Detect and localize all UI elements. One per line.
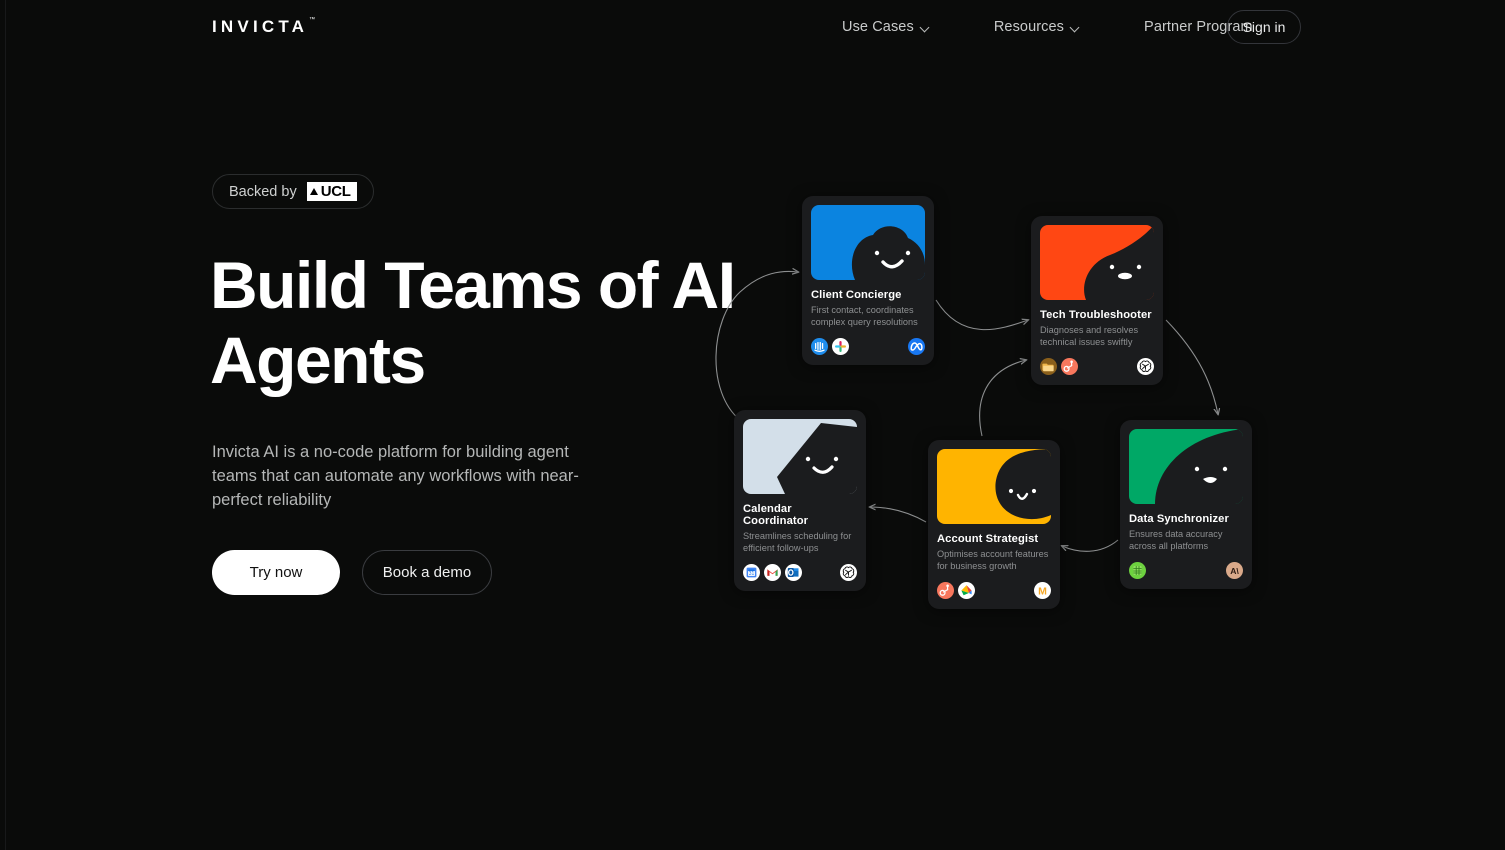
agent-integrations-account-strategist: M — [937, 582, 1051, 600]
hero-subtitle: Invicta AI is a no-code platform for bui… — [212, 443, 579, 509]
svg-text:A\: A\ — [1230, 566, 1239, 576]
mistral-icon[interactable]: M — [1034, 582, 1051, 600]
ucl-triangle-icon — [309, 188, 318, 195]
agent-avatar-client-concierge — [811, 205, 925, 280]
nav-item-use-cases[interactable]: Use Cases — [830, 13, 942, 41]
agent-description-calendar-coordinator: Streamlines scheduling for efficient fol… — [743, 531, 852, 554]
sheets-icon[interactable] — [1129, 562, 1146, 580]
brand-logo-text: INVICTA — [212, 17, 309, 36]
openai-icon[interactable] — [840, 564, 857, 582]
agent-flow-diagram: Client Concierge First contact, coordina… — [700, 170, 1320, 650]
site-header: INVICTA ™ Use Cases Resources Partner Pr… — [0, 0, 1505, 54]
outlook-icon[interactable] — [785, 564, 802, 582]
landing-page: INVICTA ™ Use Cases Resources Partner Pr… — [0, 0, 1505, 850]
agent-name-tech-troubleshooter: Tech Troubleshooter — [1040, 309, 1152, 321]
try-now-button[interactable]: Try now — [212, 550, 340, 595]
left-edge-divider — [5, 0, 6, 850]
chevron-down-icon — [1071, 23, 1080, 32]
agent-description-client-concierge: First contact, coordinates complex query… — [811, 305, 918, 328]
agent-avatar-data-synchronizer — [1129, 429, 1243, 504]
agent-card-data-synchronizer[interactable]: Data Synchronizer Ensures data accuracy … — [1120, 420, 1252, 590]
hubspot-icon[interactable] — [1061, 358, 1078, 376]
agent-avatar-tech-troubleshooter — [1040, 225, 1154, 300]
openai-icon[interactable] — [1137, 358, 1154, 376]
hubspot-icon[interactable] — [937, 582, 954, 600]
folder-icon[interactable] — [1040, 358, 1057, 376]
svg-text:31: 31 — [749, 571, 755, 577]
agent-card-tech-troubleshooter[interactable]: Tech Troubleshooter Diagnoses and resolv… — [1031, 216, 1163, 386]
brand-logo[interactable]: INVICTA ™ — [212, 17, 316, 36]
hero-cta-group: Try now Book a demo — [212, 550, 492, 595]
agent-integrations-tech-troubleshooter — [1040, 358, 1154, 376]
google-calendar-icon[interactable]: 31 — [743, 564, 760, 582]
agent-description-data-synchronizer: Ensures data accuracy across all platfor… — [1129, 529, 1223, 552]
agent-name-client-concierge: Client Concierge — [811, 289, 902, 301]
slack-icon[interactable] — [832, 338, 849, 356]
agent-card-client-concierge[interactable]: Client Concierge First contact, coordina… — [802, 196, 934, 366]
agent-integrations-calendar-coordinator: 31 — [743, 564, 857, 582]
intercom-icon[interactable] — [811, 338, 828, 356]
ucl-logo: UCL — [306, 181, 357, 202]
sign-in-button[interactable]: Sign in — [1227, 10, 1301, 44]
agent-name-data-synchronizer: Data Synchronizer — [1129, 513, 1229, 525]
svg-text:M: M — [1038, 586, 1047, 598]
anthropic-icon[interactable]: A\ — [1226, 562, 1243, 580]
agent-integrations-client-concierge — [811, 338, 925, 356]
chevron-down-icon — [921, 23, 930, 32]
google-drive-icon[interactable] — [958, 582, 975, 600]
agent-description-tech-troubleshooter: Diagnoses and resolves technical issues … — [1040, 325, 1139, 348]
agent-description-account-strategist: Optimises account features for business … — [937, 549, 1049, 572]
nav-item-resources-label: Resources — [993, 19, 1065, 35]
agent-integrations-data-synchronizer: A\ — [1129, 562, 1243, 580]
nav-item-resources[interactable]: Resources — [982, 13, 1092, 41]
brand-trademark: ™ — [309, 17, 316, 23]
meta-icon[interactable] — [908, 338, 925, 356]
book-a-demo-button[interactable]: Book a demo — [362, 550, 492, 595]
main-navigation: Use Cases Resources Partner Program — [830, 0, 1265, 54]
gmail-icon[interactable] — [764, 564, 781, 582]
agent-card-calendar-coordinator[interactable]: Calendar Coordinator Streamlines schedul… — [734, 410, 866, 592]
agent-avatar-account-strategist — [937, 449, 1051, 524]
backed-by-label: Backed by — [229, 183, 297, 200]
agent-name-calendar-coordinator: Calendar Coordinator — [743, 503, 809, 527]
backed-by-badge: Backed by UCL — [212, 174, 374, 209]
agent-name-account-strategist: Account Strategist — [937, 533, 1039, 545]
ucl-logo-text: UCL — [320, 182, 351, 200]
nav-item-use-cases-label: Use Cases — [842, 19, 914, 35]
agent-avatar-calendar-coordinator — [743, 419, 857, 494]
agent-card-account-strategist[interactable]: Account Strategist Optimises account fea… — [928, 440, 1060, 610]
